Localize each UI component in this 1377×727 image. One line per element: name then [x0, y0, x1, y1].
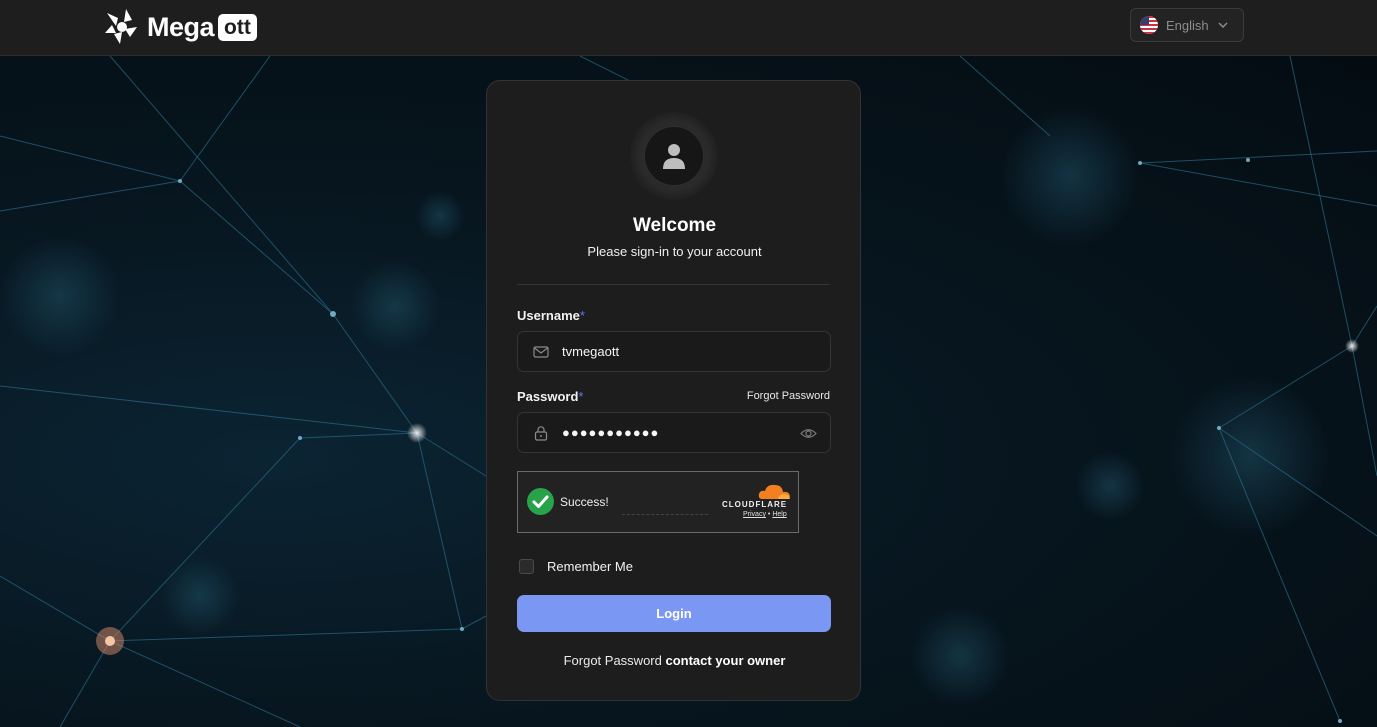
success-check-icon	[527, 488, 554, 515]
top-navigation-bar: Mega ott English	[0, 0, 1377, 56]
privacy-link[interactable]: Privacy	[743, 511, 766, 518]
password-label: Password*	[517, 389, 583, 404]
brand-name: Mega	[147, 11, 215, 42]
lock-icon	[534, 425, 548, 441]
captcha-links: Privacy • Help	[743, 511, 787, 518]
username-label-text: Username	[517, 308, 580, 323]
login-button[interactable]: Login	[517, 595, 831, 632]
username-value: tvmegaott	[562, 344, 620, 359]
required-mark: *	[578, 389, 584, 404]
logo-mark-icon	[105, 9, 137, 44]
login-card: Welcome Please sign-in to your account U…	[486, 80, 861, 701]
eye-icon[interactable]	[800, 425, 817, 442]
forgot-password-note: Forgot Password contact your owner	[487, 653, 862, 668]
us-flag-icon	[1140, 16, 1158, 34]
cloudflare-wordmark: CLOUDFLARE	[722, 500, 788, 509]
password-field[interactable]: ●●●●●●●●●●●	[517, 412, 831, 453]
contact-owner-link[interactable]: contact your owner	[665, 653, 785, 668]
avatar	[644, 126, 704, 186]
username-label: Username*	[517, 308, 585, 323]
help-link[interactable]: Help	[772, 511, 786, 518]
divider	[517, 284, 830, 285]
remember-me[interactable]: Remember Me	[519, 559, 633, 574]
required-mark: *	[579, 308, 585, 323]
remember-me-label: Remember Me	[547, 559, 633, 574]
captcha-status: Success!	[560, 495, 609, 509]
welcome-subtitle: Please sign-in to your account	[587, 244, 762, 259]
welcome-title: Welcome	[632, 215, 717, 236]
cloudflare-captcha[interactable]: Success! CLOUDFLARE Privacy • Help	[517, 471, 799, 533]
user-icon	[663, 144, 685, 169]
forgot-password-prefix: Forgot Password	[563, 653, 662, 668]
language-label: English	[1166, 17, 1209, 33]
avatar-ring	[630, 112, 718, 200]
username-field[interactable]: tvmegaott	[517, 331, 831, 372]
captcha-divider	[622, 514, 708, 515]
mail-icon	[533, 345, 549, 358]
remember-me-checkbox[interactable]	[519, 559, 534, 574]
password-label-text: Password	[517, 389, 579, 404]
password-value: ●●●●●●●●●●●	[562, 425, 660, 440]
cloudflare-cloud-icon	[758, 484, 790, 499]
brand-badge: ott	[218, 13, 257, 41]
link-separator: •	[767, 511, 771, 518]
brand-logo[interactable]: Mega ott	[102, 5, 257, 49]
chevron-down-icon	[1218, 22, 1228, 29]
language-selector[interactable]: English	[1130, 8, 1244, 42]
forgot-password-link[interactable]: Forgot Password	[747, 390, 830, 402]
